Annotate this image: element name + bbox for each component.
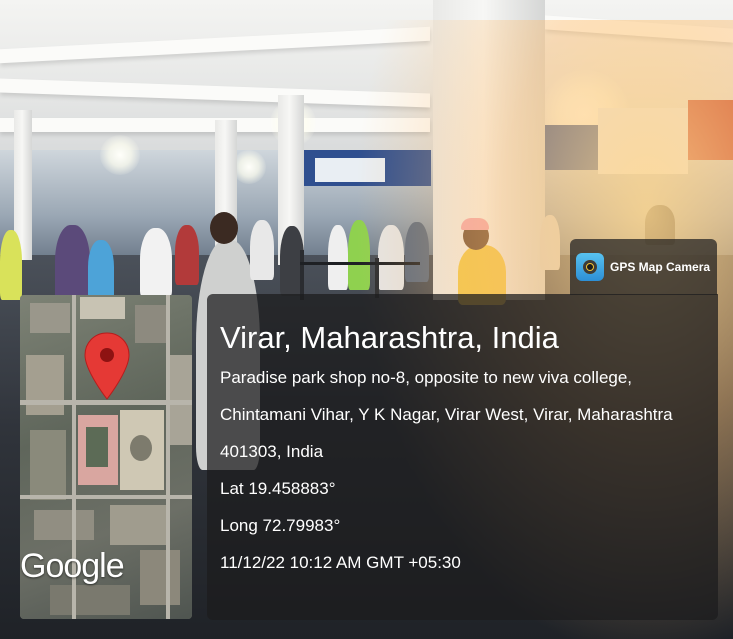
google-logo: Google [20, 547, 125, 585]
location-info-panel: Virar, Maharashtra, India Paradise park … [207, 294, 718, 620]
ceiling-light [232, 150, 266, 184]
satellite-map-thumbnail: Google [20, 295, 192, 619]
person [250, 220, 274, 280]
gps-map-camera-app-icon [576, 253, 604, 281]
address-line-1: Paradise park shop no-8, opposite to new… [220, 368, 633, 387]
person [55, 225, 90, 305]
address-line-2: Chintamani Vihar, Y K Nagar, Virar West,… [220, 405, 673, 424]
app-badge: GPS Map Camera [570, 239, 717, 295]
ceiling-light [100, 135, 140, 175]
person [175, 225, 199, 285]
person [328, 225, 348, 290]
person [140, 228, 172, 298]
app-name-label: GPS Map Camera [610, 260, 711, 274]
longitude-value: Long 72.79983° [220, 516, 341, 535]
stanchion [300, 250, 304, 300]
address-line-3: 401303, India [220, 442, 324, 461]
person-head [210, 212, 238, 244]
person [88, 240, 114, 300]
map-pin-icon [84, 332, 130, 400]
location-title: Virar, Maharashtra, India [220, 320, 559, 355]
person [0, 230, 22, 300]
latitude-value: Lat 19.458883° [220, 479, 336, 498]
timestamp-value: 11/12/22 10:12 AM GMT +05:30 [220, 553, 461, 572]
